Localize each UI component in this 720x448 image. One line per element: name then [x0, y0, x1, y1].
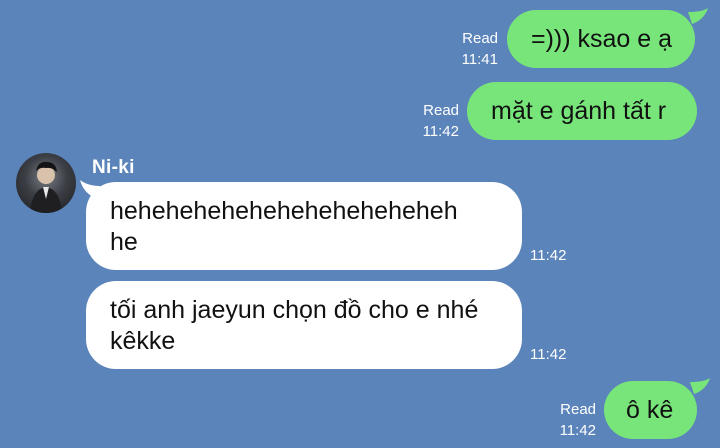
read-status: Read	[560, 401, 596, 418]
message-time: 11:42	[530, 346, 567, 363]
read-receipt: Read 11:41	[448, 28, 498, 70]
read-receipt: Read 11:42	[409, 100, 459, 142]
read-receipt: Read 11:42	[546, 399, 596, 441]
profile-photo-icon	[30, 161, 62, 213]
read-status: Read	[423, 102, 459, 119]
message-text-line-1: heheheheheheheheheheheheh	[110, 197, 458, 225]
avatar[interactable]	[16, 153, 76, 213]
sender-name: Ni-ki	[92, 157, 135, 178]
message-text: =))) ksao e ạ	[531, 25, 673, 53]
message-text-line-2: kêkke	[110, 327, 176, 355]
message-time: 11:41	[461, 51, 498, 68]
bubble-tail	[690, 378, 710, 394]
message-text: ô kê	[626, 396, 674, 424]
message-time: 11:42	[422, 123, 459, 140]
message-text: mặt e gánh tất r	[491, 97, 667, 125]
message-bubble[interactable]: tối anh jaeyun chọn đồ cho e nhé kêkke	[86, 281, 522, 369]
message-text-line-1: tối anh jaeyun chọn đồ cho e nhé	[110, 296, 479, 324]
message-bubble[interactable]: ô kê	[604, 381, 697, 439]
message-bubble[interactable]: mặt e gánh tất r	[467, 82, 697, 140]
message-bubble[interactable]: heheheheheheheheheheheheh he	[86, 182, 522, 270]
message-time: 11:42	[559, 422, 596, 439]
message-bubble[interactable]: =))) ksao e ạ	[507, 10, 695, 68]
bubble-tail	[688, 8, 708, 24]
message-text-line-2: he	[110, 228, 138, 256]
message-time: 11:42	[530, 247, 567, 264]
read-status: Read	[462, 30, 498, 47]
